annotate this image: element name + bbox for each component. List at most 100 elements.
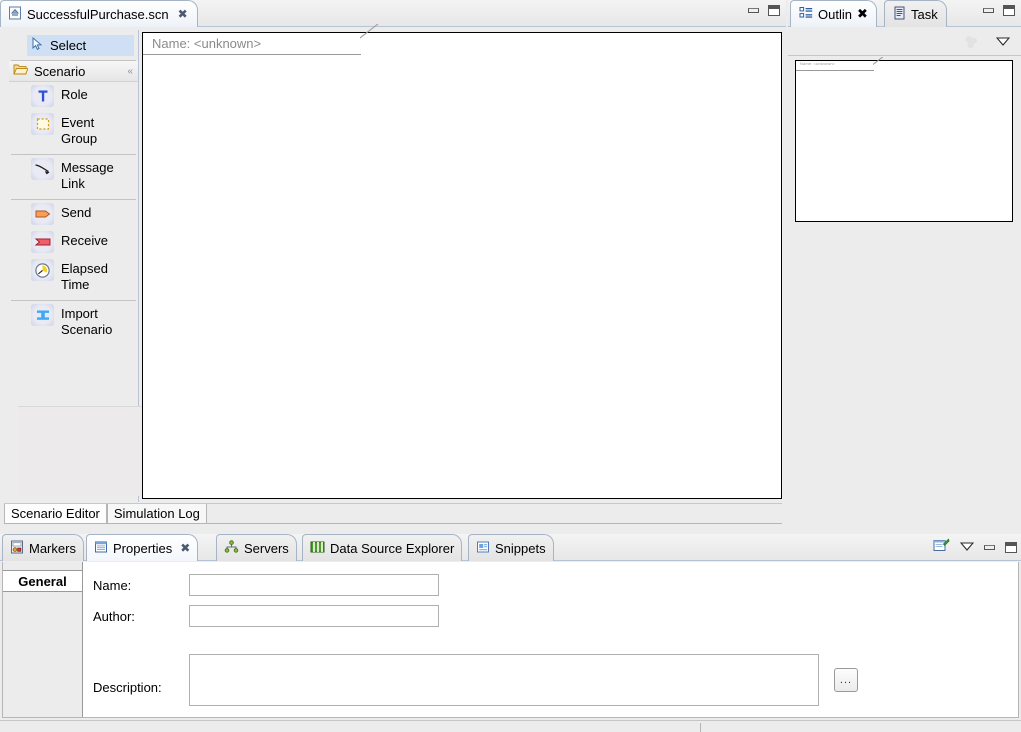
- close-icon[interactable]: ✖: [857, 6, 868, 22]
- task-icon: [893, 6, 906, 23]
- palette-tool-select[interactable]: Select: [27, 35, 134, 56]
- field-row-author: Author:: [93, 605, 439, 627]
- palette-tool-receive[interactable]: Receive: [9, 228, 138, 256]
- palette-tool-send[interactable]: Send: [9, 200, 138, 228]
- palette-tool-elapsed-time[interactable]: Elapsed Time: [9, 256, 138, 296]
- outline-thumbnail-name-label: Name: <unknown>: [800, 61, 836, 66]
- send-icon: [31, 203, 54, 225]
- editor-part: SuccessfulPurchase.scn ✖ Select Scenario…: [0, 0, 786, 530]
- maximize-icon[interactable]: [768, 5, 780, 16]
- canvas-fold-decoration: [360, 24, 395, 56]
- cursor-arrow-icon: [32, 36, 44, 54]
- properties-section-tab-list: General: [3, 562, 83, 717]
- bottom-view-stack: Markers Properties ✖ Servers Data Source…: [0, 534, 1021, 720]
- snippets-icon: [476, 540, 490, 557]
- outline-part: Outlin ✖ Task Name: <unknown>: [788, 0, 1021, 530]
- outline-view-toolbar: [788, 28, 1021, 56]
- palette-tool-select-label: Select: [50, 38, 87, 53]
- outline-window-controls: [983, 5, 1015, 16]
- palette-tool-receive-label: Receive: [61, 233, 108, 248]
- top-region: SuccessfulPurchase.scn ✖ Select Scenario…: [0, 0, 1021, 530]
- palette: Select Scenario « Role Event Group Messa…: [9, 30, 144, 502]
- description-browse-button[interactable]: ...: [834, 668, 858, 692]
- field-row-description: Description: ...: [93, 654, 858, 706]
- bottom-tab-bar: Markers Properties ✖ Servers Data Source…: [0, 534, 1021, 561]
- palette-tool-role[interactable]: Role: [9, 82, 138, 110]
- view-tab-outline[interactable]: Outlin ✖: [790, 0, 877, 27]
- palette-tool-elapsed-time-label: Elapsed Time: [61, 261, 108, 292]
- servers-icon: [224, 539, 239, 557]
- message-link-icon: [31, 158, 54, 180]
- properties-section-tab-general[interactable]: General: [3, 570, 82, 592]
- editor-tab-bar: SuccessfulPurchase.scn ✖: [0, 0, 786, 27]
- bottom-view-toolbar: [933, 538, 1017, 557]
- canvas-name-header: Name: <unknown>: [143, 24, 393, 55]
- properties-section-tab-general-label: General: [18, 573, 67, 589]
- view-menu-chevron-icon[interactable]: [995, 35, 1011, 50]
- palette-tool-import-scenario-label: Import Scenario: [61, 306, 113, 337]
- palette-drawer-label: Scenario: [34, 63, 86, 79]
- author-field-label: Author:: [93, 608, 135, 624]
- scenario-diagram-canvas[interactable]: Name: <unknown>: [142, 24, 782, 499]
- open-folder-icon: [13, 63, 29, 79]
- properties-form: Name: Author: Description: ...: [83, 562, 1018, 717]
- outline-thumbnail-name-header: Name: <unknown>: [796, 57, 889, 71]
- view-menu-chevron-icon[interactable]: [959, 540, 975, 555]
- palette-drawer-scenario[interactable]: Scenario «: [9, 61, 138, 82]
- collapse-drawer-icon[interactable]: «: [127, 66, 133, 77]
- outline-thumbnail[interactable]: Name: <unknown>: [795, 57, 1013, 222]
- palette-tool-send-label: Send: [61, 205, 92, 220]
- role-t-icon: [31, 85, 54, 107]
- maximize-icon[interactable]: [1003, 5, 1015, 16]
- editor-inner-tab-bar: Scenario Editor Simulation Log: [4, 503, 782, 524]
- editor-body: Select Scenario « Role Event Group Messa…: [4, 24, 782, 502]
- palette-tool-role-label: Role: [61, 87, 88, 102]
- outline-icon: [799, 6, 813, 23]
- description-field[interactable]: [189, 654, 819, 706]
- close-icon[interactable]: ✖: [178, 7, 188, 21]
- new-properties-view-icon[interactable]: [933, 538, 950, 557]
- minimize-icon[interactable]: [983, 8, 994, 13]
- view-tab-outline-label: Outlin: [818, 6, 852, 22]
- palette-empty-drawer-area: [18, 406, 144, 496]
- view-tab-servers-label: Servers: [244, 540, 289, 556]
- author-field[interactable]: [189, 605, 439, 627]
- canvas-name-label: Name: <unknown>: [152, 36, 262, 51]
- view-tab-markers-label: Markers: [29, 540, 76, 556]
- view-tab-data-source-explorer[interactable]: Data Source Explorer: [302, 534, 463, 561]
- view-tab-snippets[interactable]: Snippets: [468, 534, 554, 561]
- palette-tool-event-group-label: Event Group: [61, 115, 98, 146]
- minimize-icon[interactable]: [748, 8, 759, 13]
- editor-inner-tab-simulation-log[interactable]: Simulation Log: [106, 504, 207, 524]
- overview-disabled-icon[interactable]: [963, 34, 981, 53]
- palette-tool-message-link[interactable]: Message Link: [9, 155, 138, 195]
- palette-tool-import-scenario[interactable]: Import Scenario: [9, 301, 138, 341]
- scenario-file-icon: [8, 6, 22, 23]
- view-tab-properties-label: Properties: [113, 540, 173, 556]
- palette-tool-event-group[interactable]: Event Group: [9, 110, 138, 150]
- eclipse-workbench: SuccessfulPurchase.scn ✖ Select Scenario…: [0, 0, 1021, 732]
- editor-tab-successfulpurchase[interactable]: SuccessfulPurchase.scn ✖: [0, 0, 198, 27]
- editor-inner-tab-scenario-editor-label: Scenario Editor: [11, 506, 100, 521]
- view-tab-task-label: Task: [911, 6, 938, 22]
- status-bar: [0, 720, 1021, 732]
- editor-inner-tab-simulation-log-label: Simulation Log: [113, 506, 200, 521]
- close-icon[interactable]: ✖: [180, 541, 190, 555]
- maximize-icon[interactable]: [1005, 542, 1017, 553]
- description-field-label: Description:: [93, 680, 162, 695]
- view-tab-properties[interactable]: Properties ✖: [86, 534, 199, 561]
- view-tab-task[interactable]: Task: [884, 0, 947, 27]
- import-scenario-icon: [31, 304, 54, 326]
- name-field-label: Name:: [93, 577, 132, 593]
- view-tab-markers[interactable]: Markers: [2, 534, 84, 561]
- name-field[interactable]: [189, 574, 439, 596]
- receive-icon: [31, 231, 54, 253]
- markers-icon: [10, 540, 24, 557]
- properties-view-body: General Name: Author: Description: ...: [2, 562, 1019, 718]
- minimize-icon[interactable]: [984, 545, 995, 550]
- editor-inner-tab-scenario-editor[interactable]: Scenario Editor: [4, 504, 107, 524]
- properties-icon: [94, 540, 108, 557]
- palette-tool-message-link-label: Message Link: [61, 160, 114, 191]
- view-tab-servers[interactable]: Servers: [216, 534, 297, 561]
- outline-tab-bar: Outlin ✖ Task: [788, 0, 1021, 27]
